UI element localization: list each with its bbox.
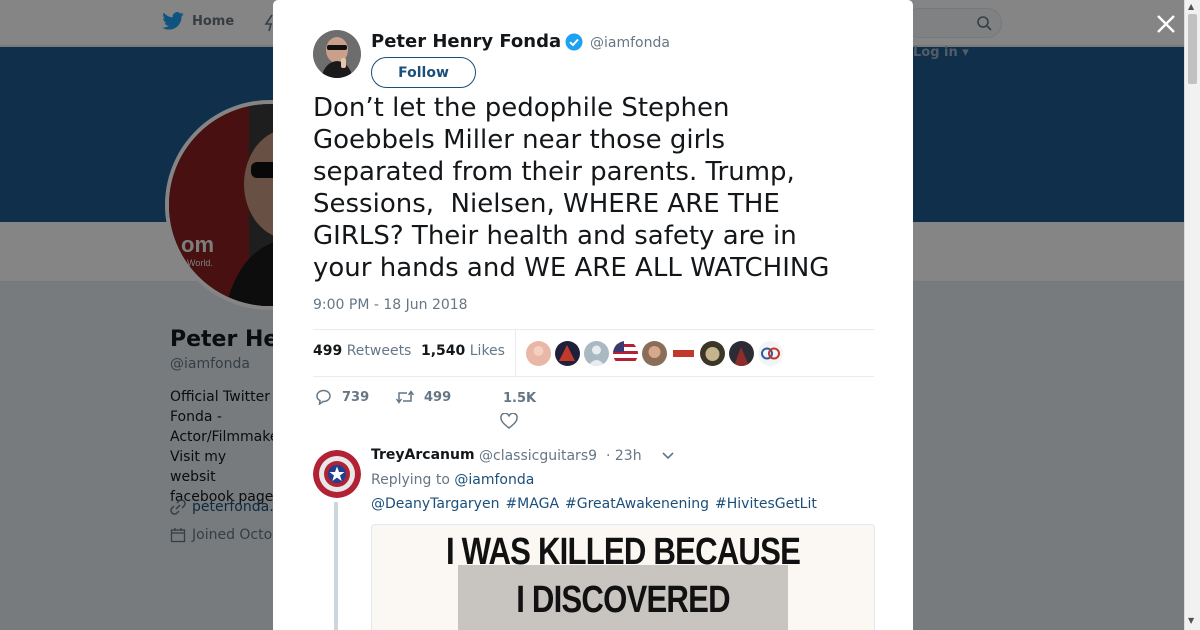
thread-connector [334, 502, 338, 630]
liker-avatar[interactable] [555, 341, 580, 366]
tweet-actions: 739 499 1.5K [313, 385, 874, 435]
retweet-count: 499 [424, 389, 452, 405]
verified-badge-icon [565, 33, 583, 51]
liker-avatar[interactable] [613, 341, 638, 366]
retweets-count: 499 [313, 343, 343, 359]
meme-caption-line: I WAS KILLED BECAUSE [445, 531, 801, 573]
author-name[interactable]: Peter Henry Fonda [371, 31, 561, 52]
reply-author-handle[interactable]: @classicguitars9 [479, 448, 597, 464]
reply-icon [316, 389, 331, 405]
hashtag-link[interactable]: #GreatAwakenening [565, 496, 709, 512]
stats-divider [515, 330, 516, 377]
retweets-label: Retweets [346, 343, 412, 359]
reply-author-name[interactable]: TreyArcanum [371, 447, 475, 463]
reply-time[interactable]: · 23h [606, 448, 642, 464]
retweet-icon [395, 390, 415, 404]
chevron-down-icon[interactable] [661, 451, 675, 461]
hashtag-link[interactable]: #MAGA [505, 496, 559, 512]
replying-mention-link[interactable]: @iamfonda [454, 472, 534, 488]
scroll-down-arrow-icon[interactable]: ▼ [1188, 616, 1194, 625]
tweet-text: Don’t let the pedophile Stephen Goebbels… [313, 93, 830, 283]
liker-avatar[interactable] [700, 341, 725, 366]
author-handle[interactable]: @iamfonda [590, 35, 670, 51]
retweets-stat[interactable]: 499 Retweets [313, 343, 411, 359]
liker-avatar[interactable] [642, 341, 667, 366]
liker-avatar[interactable] [758, 341, 783, 366]
like-count: 1.5K [503, 391, 537, 406]
scroll-up-arrow-icon[interactable]: ▲ [1188, 2, 1194, 11]
scrollbar[interactable]: ▲ ▼ [1184, 0, 1200, 630]
likes-stat[interactable]: 1,540 Likes [421, 343, 505, 359]
reply-count: 739 [342, 389, 370, 405]
reply-text: @DeanyTargaryen #MAGA #GreatAwakenening #Hi… [371, 496, 823, 512]
tweet-modal: Peter Henry Fonda @iamfonda Follow Don’t… [273, 0, 913, 630]
likes-count: 1,540 [421, 343, 466, 359]
follow-button[interactable]: Follow [371, 57, 476, 88]
tweet-timestamp[interactable]: 9:00 PM - 18 Jun 2018 [313, 297, 468, 313]
like-button[interactable] [500, 413, 518, 429]
tweet-stats: 499 Retweets 1,540 Likes [313, 329, 874, 377]
retweet-button[interactable]: 499 [395, 389, 451, 405]
author-avatar[interactable] [313, 30, 361, 78]
heart-icon [500, 413, 518, 429]
scrollbar-thumb[interactable] [1188, 14, 1197, 84]
liker-avatar[interactable] [584, 341, 609, 366]
replying-prefix: Replying to [371, 472, 450, 488]
mention-link[interactable]: @DeanyTargaryen [371, 496, 499, 512]
liker-avatar[interactable] [671, 341, 696, 366]
meme-caption-line: I DISCOVERED [516, 579, 730, 621]
hashtag-link[interactable]: #HivitesGetLit [715, 496, 817, 512]
like-count-button[interactable]: 1.5K [503, 391, 536, 406]
close-icon[interactable] [1154, 12, 1178, 36]
reply-button[interactable]: 739 [315, 389, 369, 405]
liker-avatar[interactable] [729, 341, 754, 366]
reply-media-image[interactable]: I WAS KILLED BECAUSE I DISCOVERED [371, 524, 875, 630]
likes-label: Likes [469, 343, 505, 359]
replying-to: Replying to @iamfonda [371, 472, 534, 488]
reply-author-avatar[interactable] [313, 450, 361, 498]
liker-avatar[interactable] [526, 341, 551, 366]
